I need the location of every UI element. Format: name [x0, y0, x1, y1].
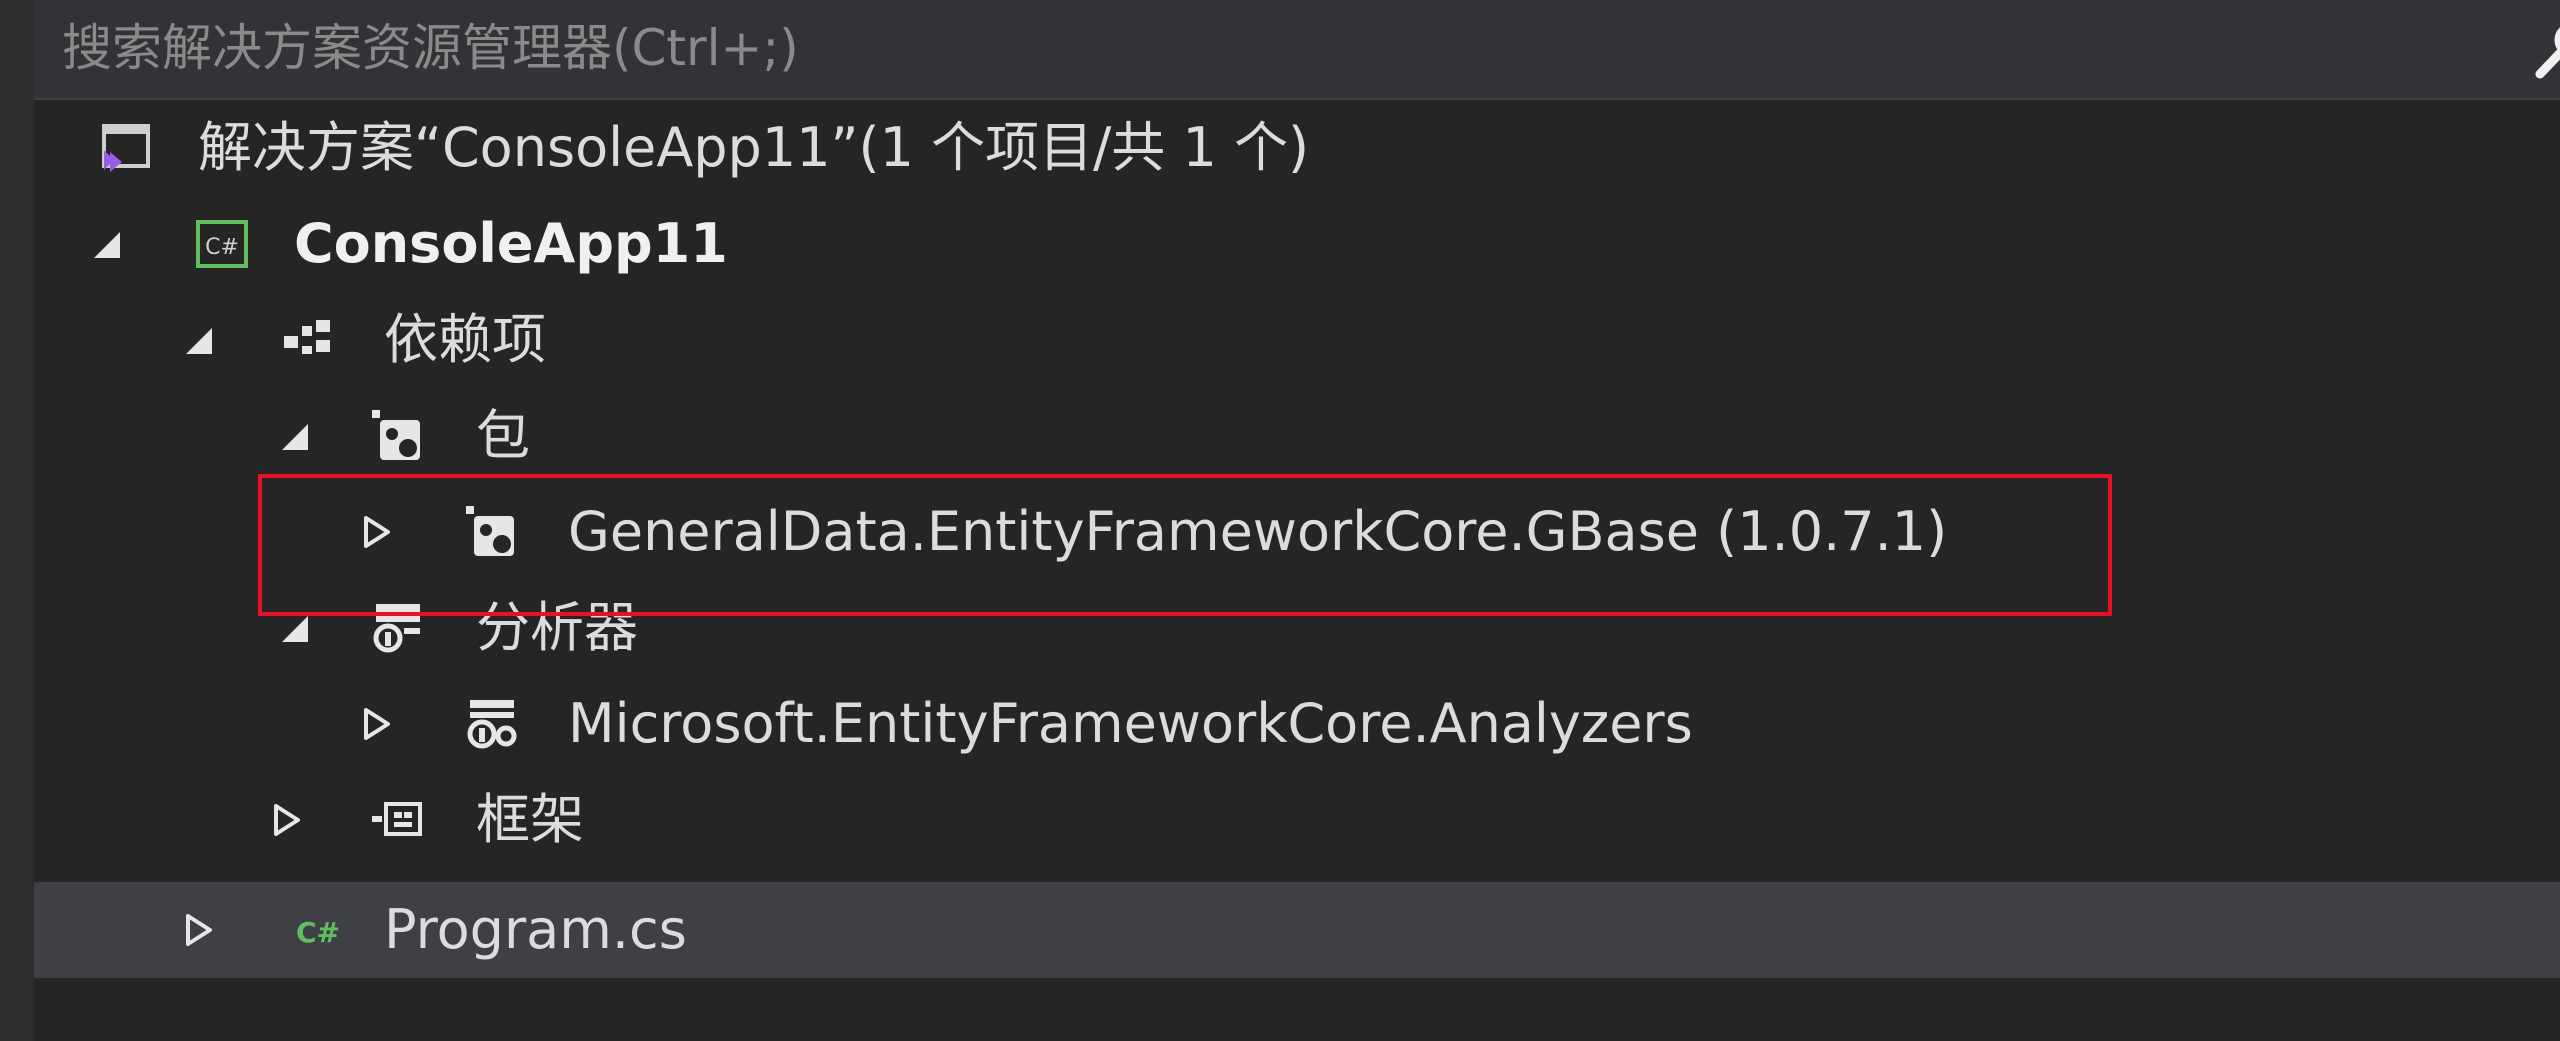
svg-text:C#: C# [296, 916, 340, 949]
dependencies-label: 依赖项 [384, 308, 546, 371]
expanded-arrow-icon[interactable] [88, 226, 124, 262]
left-edge-strip [0, 0, 34, 1041]
frameworks-label: 框架 [476, 788, 584, 851]
search-icon[interactable] [2534, 14, 2560, 84]
project-label: ConsoleApp11 [294, 212, 728, 275]
tree-row-solution[interactable]: 解决方案“ConsoleApp11”(1 个项目/共 1 个) [34, 100, 2560, 196]
packages-label: 包 [476, 404, 530, 467]
collapsed-arrow-icon[interactable] [180, 912, 216, 948]
program-file-label: Program.cs [384, 898, 687, 961]
collapsed-arrow-icon[interactable] [268, 802, 304, 838]
tree-row-analyzer-item[interactable]: Microsoft.EntityFrameworkCore.Analyzers [34, 676, 2560, 772]
solution-label: 解决方案“ConsoleApp11”(1 个项目/共 1 个) [198, 116, 1310, 179]
search-bar [34, 0, 2560, 100]
solution-icon [102, 124, 150, 172]
analyzer-item-label: Microsoft.EntityFrameworkCore.Analyzers [568, 692, 1693, 755]
tree-row-dependencies[interactable]: 依赖项 [34, 292, 2560, 388]
package-icon [372, 410, 420, 460]
tree-row-analyzers[interactable]: 分析器 [34, 580, 2560, 676]
package-item-label: GeneralData.EntityFrameworkCore.GBase (1… [568, 500, 1948, 563]
analyzer-icon [373, 604, 420, 653]
analyzers-label: 分析器 [476, 596, 638, 659]
tree-row-package-item[interactable]: GeneralData.EntityFrameworkCore.GBase (1… [34, 484, 2560, 580]
collapsed-arrow-icon[interactable] [358, 706, 394, 742]
dependencies-icon [284, 320, 330, 354]
expanded-arrow-icon[interactable] [276, 418, 312, 454]
expanded-arrow-icon[interactable] [180, 322, 216, 358]
csharp-file-icon: C# [296, 916, 340, 949]
search-input[interactable] [62, 14, 2442, 82]
tree-row-program-file[interactable]: C# Program.cs [34, 882, 2560, 978]
expanded-arrow-icon[interactable] [276, 610, 312, 646]
package-icon [466, 506, 514, 556]
csharp-project-icon: C# [196, 220, 248, 268]
collapsed-arrow-icon[interactable] [358, 514, 394, 550]
tree-row-project[interactable]: C# ConsoleApp11 [34, 196, 2560, 292]
tree-row-packages[interactable]: 包 [34, 388, 2560, 484]
framework-icon [372, 802, 422, 836]
analyzer-icon [467, 700, 517, 749]
solution-explorer-window: 解决方案“ConsoleApp11”(1 个项目/共 1 个) C# Conso… [0, 0, 2560, 1041]
svg-text:C#: C# [205, 235, 239, 260]
tree-row-frameworks[interactable]: 框架 [34, 772, 2560, 868]
